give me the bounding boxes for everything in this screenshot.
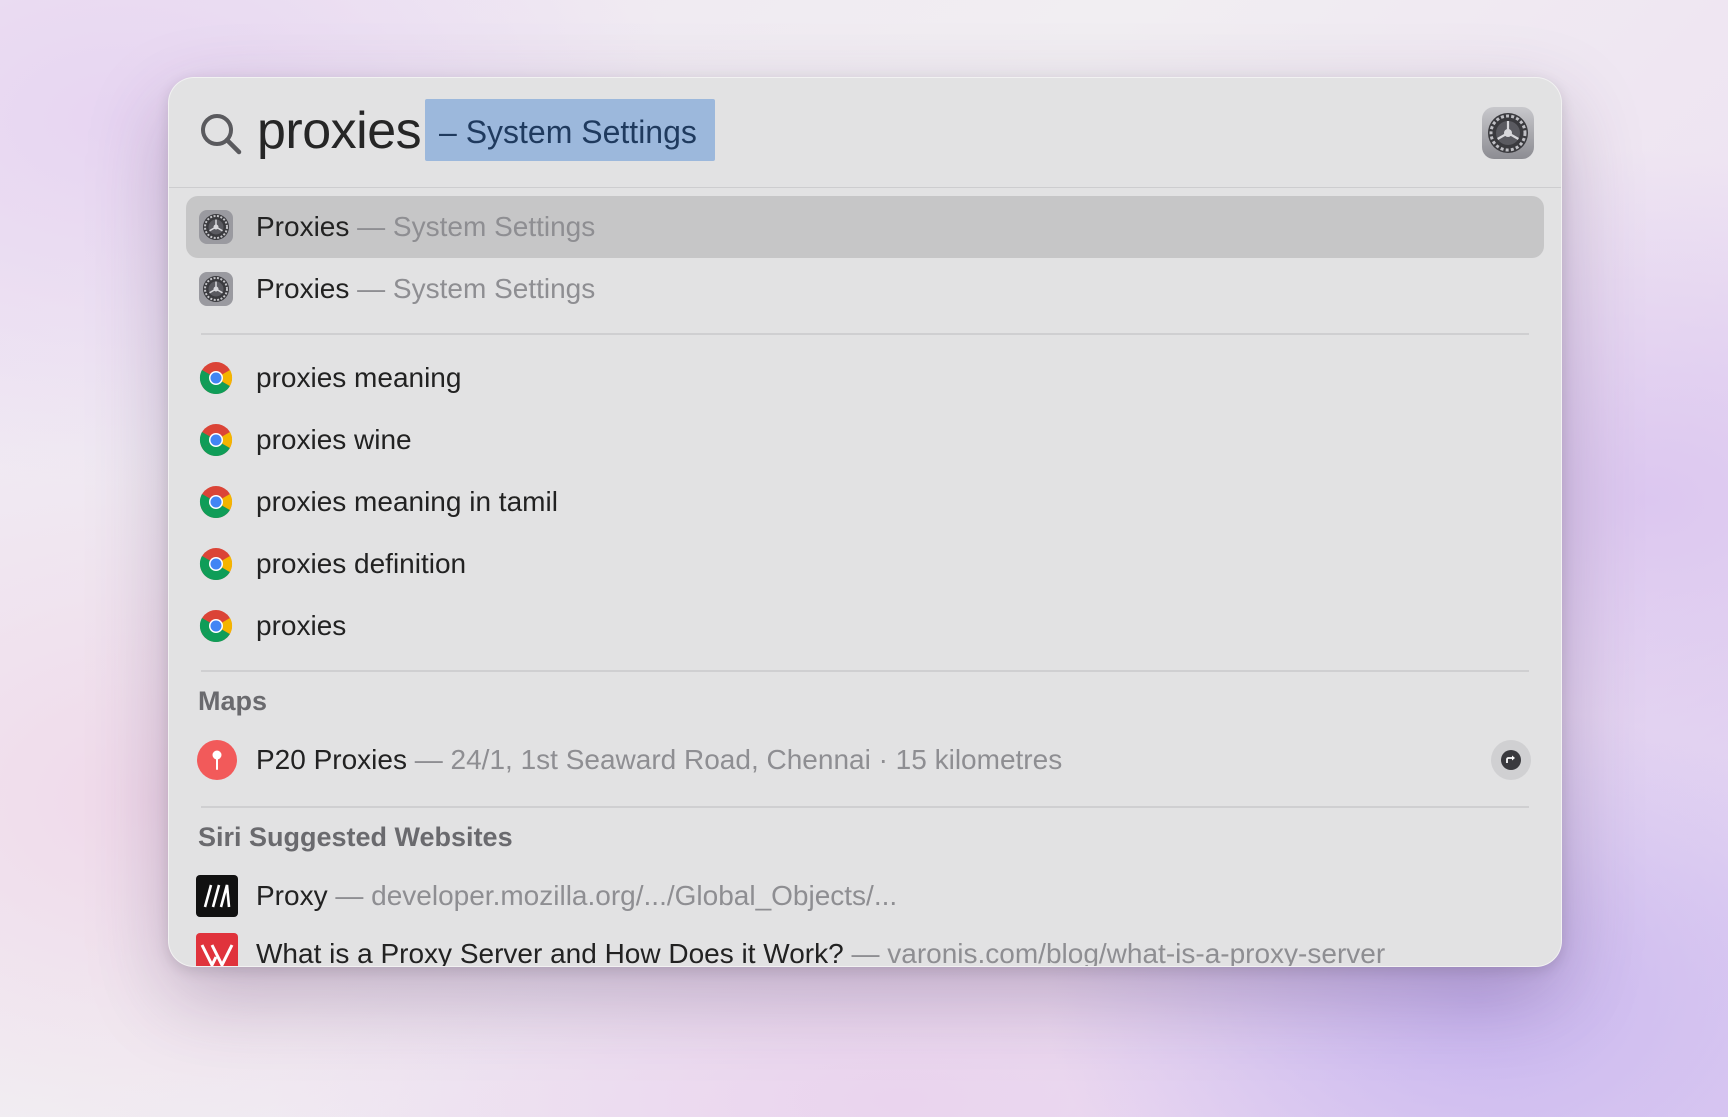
suggestion-label: proxies definition (256, 548, 467, 579)
results-list: Proxies — System Settings Proxies — Syst… (169, 188, 1561, 966)
section-header-maps: Maps (198, 686, 268, 716)
map-result-row[interactable]: P20 Proxies — 24/1, 1st Seaward Road, Ch… (186, 729, 1544, 791)
result-title: Proxies (256, 211, 350, 242)
directions-button[interactable] (1491, 740, 1531, 780)
search-icon (201, 114, 242, 155)
website-result-row[interactable]: What is a Proxy Server and How Does it W… (186, 923, 1544, 967)
chrome-icon (199, 610, 233, 643)
chrome-icon (199, 486, 233, 519)
suggestion-row[interactable]: proxies definition (186, 533, 1544, 595)
chrome-icon (199, 424, 233, 457)
divider (201, 333, 1529, 335)
map-result-subtitle: — 24/1, 1st Seaward Road, Chennai · 15 k… (414, 744, 1063, 775)
suggestion-label: proxies wine (256, 424, 412, 455)
map-result-title: P20 Proxies (256, 744, 407, 775)
section-header-siri-suggested-websites: Siri Suggested Websites (198, 822, 513, 852)
suggestion-label: proxies (256, 610, 347, 641)
website-title: What is a Proxy Server and How Does it W… (256, 938, 844, 967)
search-bar[interactable]: proxies – System Settings (169, 78, 1561, 188)
suggestion-row[interactable]: proxies (186, 595, 1544, 657)
result-title: Proxies (256, 273, 350, 304)
result-subtitle: — System Settings (357, 211, 596, 242)
result-row-proxies-system-settings[interactable]: Proxies — System Settings (186, 258, 1544, 320)
spotlight-window: proxies – System Settings Proxies — Syst… (168, 77, 1562, 967)
suggestion-row[interactable]: proxies meaning in tamil (186, 471, 1544, 533)
suggestion-label: proxies meaning in tamil (256, 486, 558, 517)
autocomplete-completion: – System Settings (425, 99, 715, 161)
directions-icon (1501, 750, 1521, 770)
website-url: — varonis.com/blog/what-is-a-proxy-serve… (851, 938, 1386, 967)
chrome-icon (199, 548, 233, 581)
suggestion-row[interactable]: proxies meaning (186, 347, 1544, 409)
varonis-icon (196, 933, 238, 966)
divider (201, 806, 1529, 808)
mdn-icon (196, 875, 238, 917)
result-subtitle: — System Settings (357, 273, 596, 304)
system-settings-gear-icon (199, 210, 233, 244)
website-title: Proxy (256, 880, 328, 911)
suggestion-row[interactable]: proxies wine (186, 409, 1544, 471)
system-settings-gear-icon (1482, 107, 1534, 159)
map-pin-icon (197, 740, 237, 780)
result-row-proxies-system-settings[interactable]: Proxies — System Settings (186, 196, 1544, 258)
chrome-icon (199, 362, 233, 395)
suggestion-label: proxies meaning (256, 362, 462, 393)
system-settings-gear-icon (199, 272, 233, 306)
search-query[interactable]: proxies (257, 98, 422, 164)
divider (201, 670, 1529, 672)
website-result-row[interactable]: Proxy — developer.mozilla.org/.../Global… (186, 865, 1544, 927)
website-url: — developer.mozilla.org/.../Global_Objec… (335, 880, 898, 911)
